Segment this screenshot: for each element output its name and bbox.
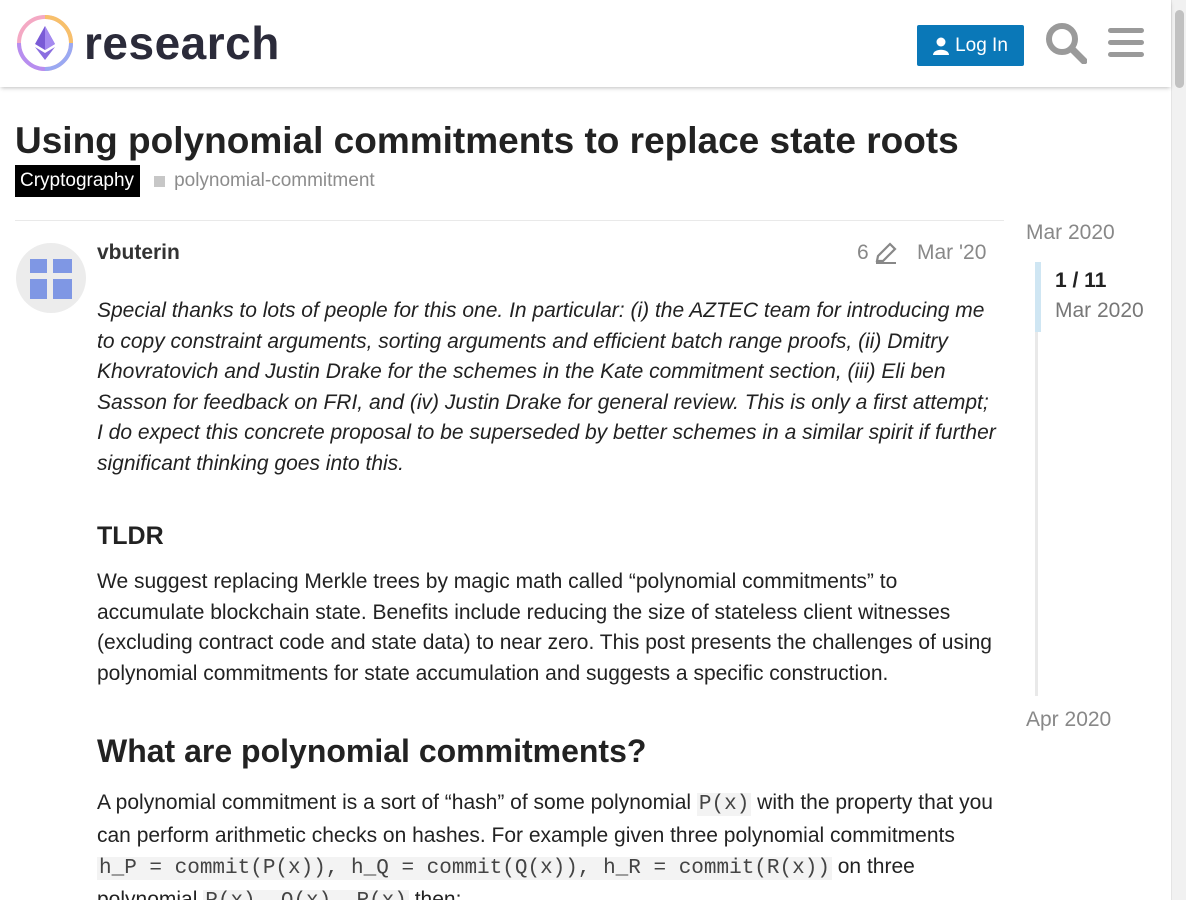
tldr-paragraph: We suggest replacing Merkle trees by mag… [97,570,992,685]
post-thanks: Special thanks to lots of people for thi… [97,296,997,479]
post-date[interactable]: Mar '20 [917,241,986,265]
category-badge[interactable]: Cryptography [15,165,141,197]
tldr-heading: TLDR [97,522,164,550]
hamburger-menu-button[interactable] [1107,25,1145,61]
paragraph-text: A polynomial commitment is a sort of “ha… [97,791,697,814]
inline-code: P(x), Q(x), R(x) [203,890,409,900]
tag-link[interactable]: polynomial-commitment [154,170,375,192]
tag-label: polynomial-commitment [174,170,375,191]
edit-count: 6 [857,241,869,264]
topic-title[interactable]: Using polynomial commitments to replace … [15,120,959,162]
ethereum-logo-icon [17,15,73,71]
post-username[interactable]: vbuterin [97,241,180,265]
timeline-end-date[interactable]: Apr 2020 [1026,708,1111,732]
avatar-pattern-icon [30,259,72,299]
timeline-handle[interactable] [1035,262,1041,332]
page-scrollbar[interactable] [1171,0,1186,900]
search-icon [1046,23,1088,65]
polynomial-commitments-paragraph: A polynomial commitment is a sort of “ha… [97,787,997,900]
timeline-position-date: Mar 2020 [1055,299,1144,322]
topic-divider [15,220,1004,221]
user-icon [933,37,950,55]
thanks-paragraph: Special thanks to lots of people for thi… [97,299,996,475]
paragraph-text: then: [408,888,462,900]
scrollbar-thumb[interactable] [1175,10,1184,88]
inline-code: P(x) [696,793,752,816]
timeline-position: 1 / 11 [1055,269,1107,292]
inline-code: h_P = commit(P(x)), h_Q = commit(Q(x)), … [97,857,832,880]
login-label: Log In [955,34,1008,56]
site-logo[interactable]: research [16,14,280,72]
timeline-start-date[interactable]: Mar 2020 [1026,221,1115,245]
user-avatar[interactable] [16,243,86,313]
logo-text: research [84,17,280,69]
site-header: research Log In [0,0,1171,87]
login-button[interactable]: Log In [917,25,1024,66]
polynomial-commitments-heading: What are polynomial commitments? [97,733,647,769]
pencil-icon [874,242,898,264]
topic-tags: Cryptography polynomial-commitment [15,165,375,197]
hamburger-menu-icon [1108,28,1144,57]
search-button[interactable] [1045,22,1088,65]
tag-square-icon [154,175,166,187]
edit-history-button[interactable]: 6 [857,241,898,265]
